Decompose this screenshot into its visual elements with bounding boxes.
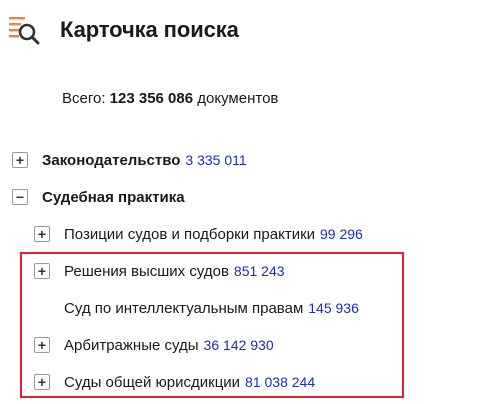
tree-item-count[interactable]: 851 243 (234, 263, 285, 279)
search-list-icon (9, 17, 40, 45)
total-suffix: документов (197, 90, 279, 107)
tree-item-count[interactable]: 99 296 (320, 226, 363, 242)
expand-icon[interactable]: + (34, 337, 50, 353)
tree-item-count[interactable]: 3 335 011 (185, 152, 246, 168)
tree-item-higher-courts[interactable]: + Решения высших судов 851 243 (34, 259, 285, 283)
tree-item-label[interactable]: Суд по интеллектуальным правам (64, 300, 303, 317)
total-prefix: Всего: (62, 90, 106, 107)
total-value: 123 356 086 (109, 90, 194, 107)
header: Карточка поиска (8, 10, 239, 50)
collapse-icon[interactable]: − (12, 189, 28, 205)
expand-icon[interactable]: + (34, 374, 50, 390)
tree-item-ip-court[interactable]: Суд по интеллектуальным правам 145 936 (64, 296, 359, 320)
tree-item-count[interactable]: 36 142 930 (204, 337, 274, 353)
tree-item-label[interactable]: Арбитражные суды (64, 337, 199, 354)
tree-item-label[interactable]: Суды общей юрисдикции (64, 374, 240, 391)
tree-item-count[interactable]: 145 936 (308, 300, 359, 316)
tree-item-court-positions[interactable]: + Позиции судов и подборки практики 99 2… (34, 222, 363, 246)
tree-item-general-courts[interactable]: + Суды общей юрисдикции 81 038 244 (34, 370, 315, 394)
expand-icon[interactable]: + (34, 263, 50, 279)
tree-item-label[interactable]: Судебная практика (42, 189, 185, 206)
total-documents: Всего: 123 356 086 документов (62, 90, 278, 107)
tree-item-count[interactable]: 81 038 244 (245, 374, 315, 390)
expand-icon[interactable]: + (12, 152, 28, 168)
tree-item-court-practice[interactable]: − Судебная практика (12, 185, 185, 209)
expand-icon[interactable]: + (34, 226, 50, 242)
tree-item-arbitration-courts[interactable]: + Арбитражные суды 36 142 930 (34, 333, 274, 357)
page-title: Карточка поиска (60, 17, 239, 42)
search-card-page: Карточка поиска Всего: 123 356 086 докум… (0, 0, 492, 404)
tree-item-label[interactable]: Позиции судов и подборки практики (64, 226, 315, 243)
tree-item-legislation[interactable]: + Законодательство 3 335 011 (12, 148, 247, 172)
tree-item-label[interactable]: Законодательство (42, 152, 180, 169)
tree-item-label[interactable]: Решения высших судов (64, 263, 229, 280)
